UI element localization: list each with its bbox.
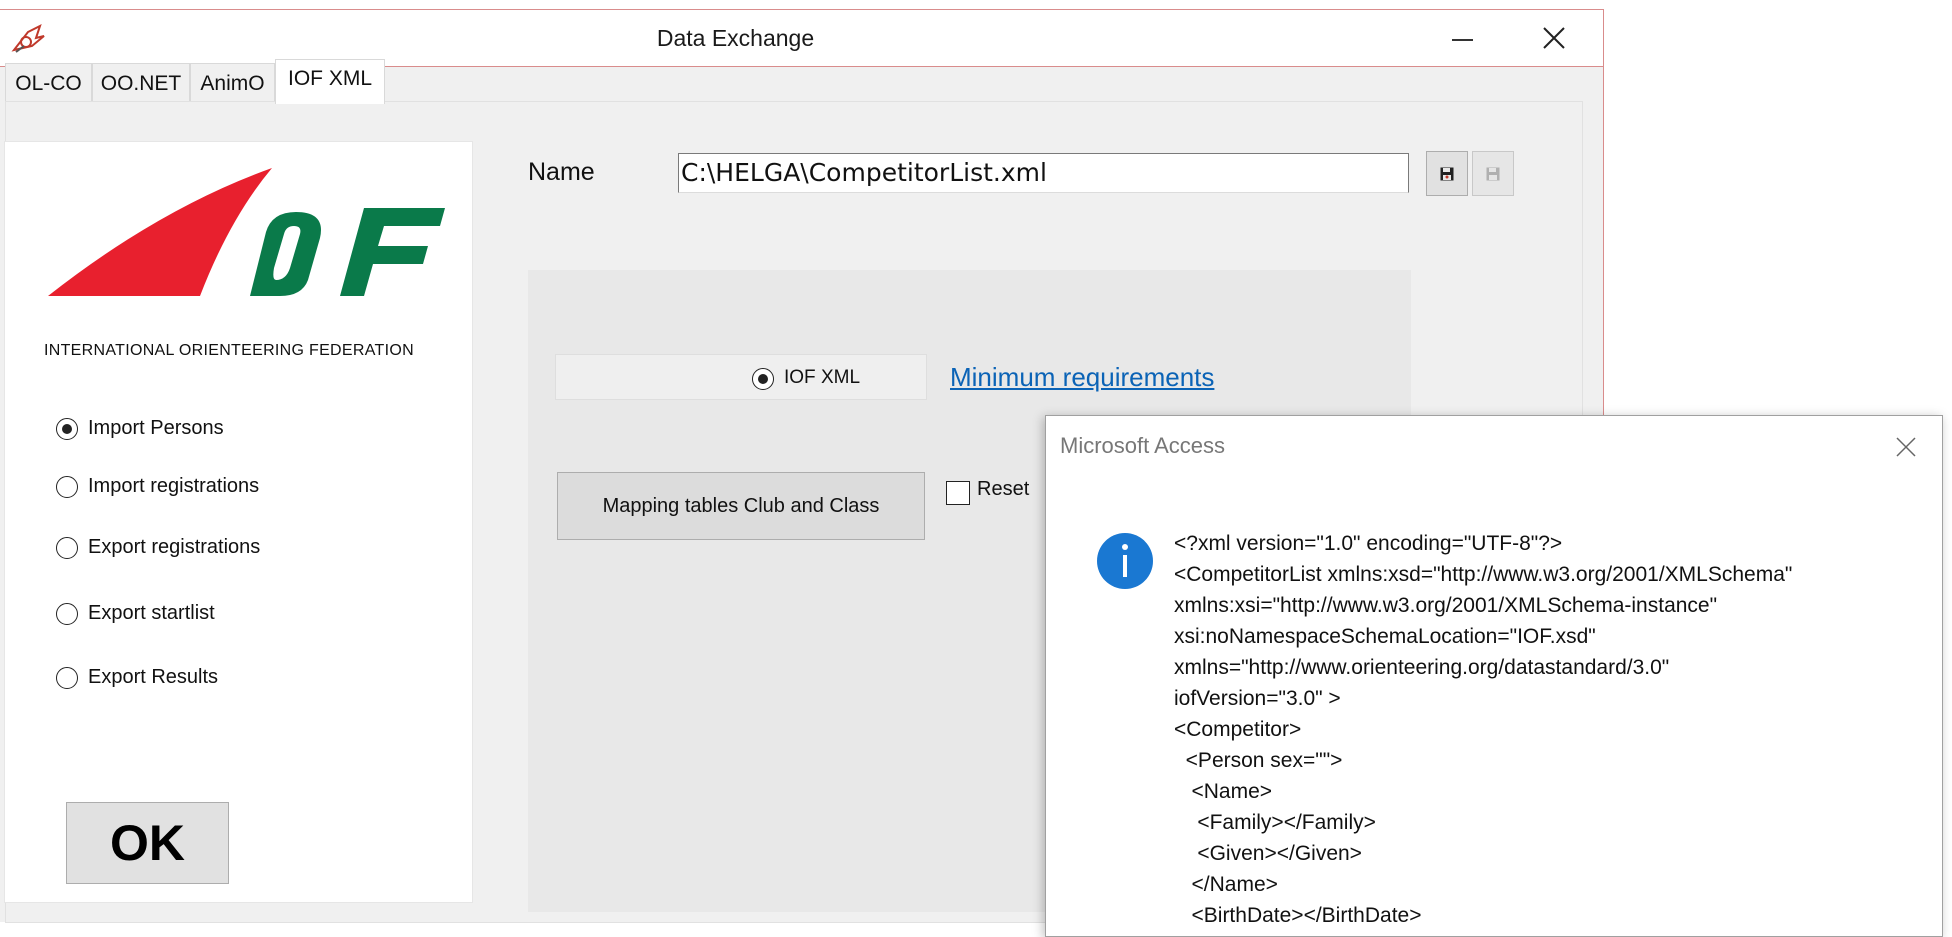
radio-label: Import registrations [88,475,260,497]
radio-label: Import Persons [88,417,224,439]
reset-label: Reset [977,478,1030,500]
iof-logo [48,168,445,296]
title-bar[interactable]: Data Exchange [0,10,1603,67]
radio-label: IOF XML [784,367,861,388]
minimum-requirements-link[interactable]: Minimum requirements [950,362,1214,393]
radio-selected-icon [752,368,774,390]
dialog-message: <?xml version="1.0" encoding="UTF-8"?> <… [1174,532,1793,927]
save-disabled-button[interactable] [1472,151,1514,196]
dialog-title: Microsoft Access [1060,433,1226,458]
file-path-input[interactable]: C:\HELGA\CompetitorList.xml [678,153,1409,193]
floppy-disk-icon [1486,167,1500,181]
tab-ol-co[interactable]: OL-CO [5,63,92,101]
info-icon [1097,533,1153,589]
reset-checkbox[interactable] [946,481,970,505]
radio-icon [56,537,78,559]
format-option-box [555,354,927,400]
radio-label: Export registrations [88,536,261,558]
radio-icon [56,476,78,498]
radio-icon [56,667,78,689]
radio-selected-icon [56,418,78,440]
name-label: Name [528,158,595,186]
tab-iof-xml[interactable]: IOF XML [275,59,385,104]
close-icon [1543,27,1565,49]
close-icon [1896,437,1916,457]
tab-animo[interactable]: AnimO [190,63,275,101]
window-title: Data Exchange [656,25,815,51]
mapping-tables-button[interactable]: Mapping tables Club and Class [557,472,925,540]
radio-icon [56,603,78,625]
message-dialog: Microsoft Access <?xml version="1.0" enc… [1045,415,1943,937]
ok-button[interactable]: OK [66,802,229,884]
logo-caption: INTERNATIONAL ORIENTEERING FEDERATION [44,342,414,359]
floppy-disk-icon [1440,167,1454,181]
radio-label: Export Results [88,666,219,688]
radio-label: Export startlist [88,602,215,624]
tab-oo-net[interactable]: OO.NET [92,63,190,101]
dialog-close-button[interactable] [1886,429,1926,465]
save-button[interactable] [1426,151,1468,196]
close-button[interactable] [1510,10,1598,66]
minimize-button[interactable] [1420,10,1504,66]
